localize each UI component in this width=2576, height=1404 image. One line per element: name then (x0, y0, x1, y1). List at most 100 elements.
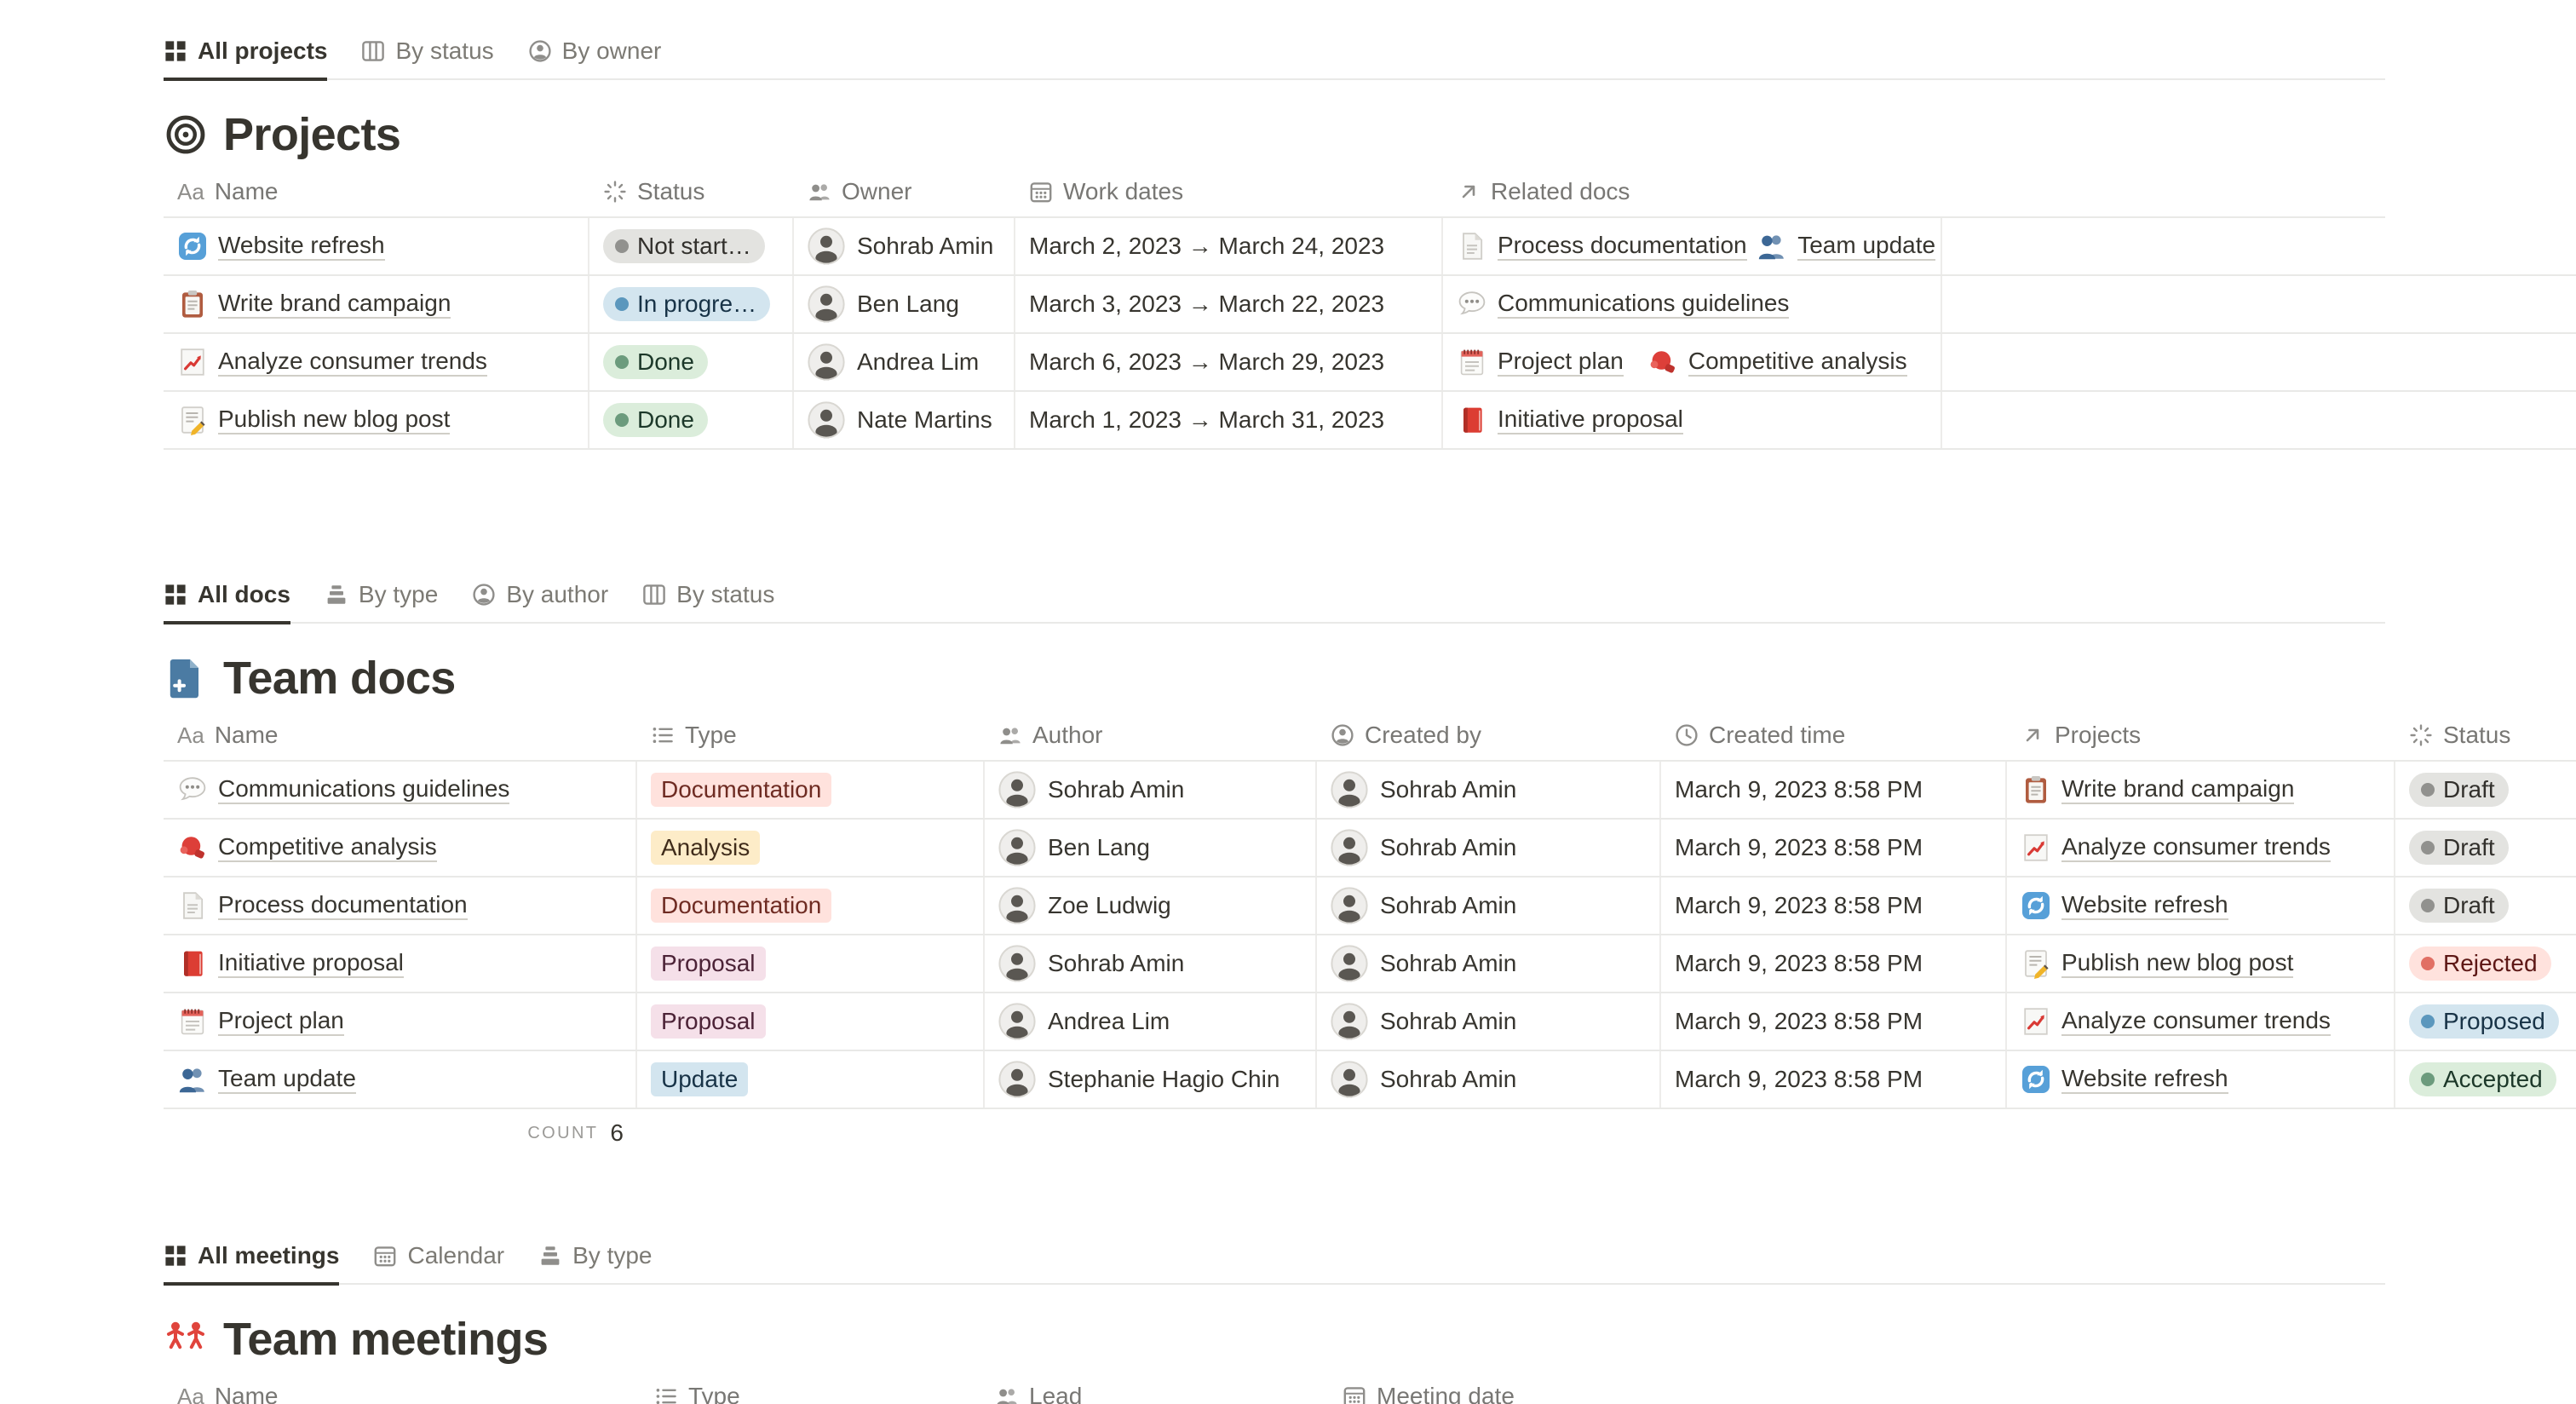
column-header-name[interactable]: AaName (164, 167, 589, 216)
page-link[interactable]: Website refresh (2021, 890, 2228, 921)
type-tag[interactable]: Analysis (651, 831, 760, 865)
page-link[interactable]: Write brand campaign (2021, 774, 2294, 805)
type-cell[interactable]: Update (637, 1051, 985, 1108)
type-cell[interactable]: Documentation (637, 878, 985, 934)
type-tag[interactable]: Update (651, 1062, 748, 1096)
name-cell[interactable]: Write brand campaign (164, 276, 589, 332)
status-pill[interactable]: Done (603, 345, 708, 379)
owner-cell[interactable]: Nate Martins (794, 392, 1015, 448)
name-cell[interactable]: Publish new blog post (164, 392, 589, 448)
status-cell[interactable]: Proposed (2395, 993, 2576, 1050)
tab-calendar[interactable]: Calendar (373, 1229, 504, 1282)
owner-cell[interactable]: Andrea Lim (794, 334, 1015, 390)
status-pill[interactable]: Accepted (2409, 1062, 2556, 1096)
page-link[interactable]: Website refresh (177, 231, 385, 262)
created-time-cell[interactable]: March 9, 2023 8:58 PM (1661, 935, 2007, 992)
page-link[interactable]: Initiative proposal (177, 948, 404, 979)
database-title[interactable]: Team docs (164, 646, 2576, 711)
owner-cell[interactable]: Ben Lang (794, 276, 1015, 332)
column-header-type[interactable]: Type (637, 711, 985, 760)
page-link[interactable]: Analyze consumer trends (2021, 832, 2331, 863)
status-pill[interactable]: Done (603, 403, 708, 437)
tab-all-projects[interactable]: All projects (164, 25, 327, 81)
author-cell[interactable]: Andrea Lim (985, 993, 1317, 1050)
empty-cell[interactable] (1942, 276, 2182, 332)
tab-by-type[interactable]: By type (538, 1229, 652, 1282)
column-header-projects[interactable]: Projects (2007, 711, 2395, 760)
related-docs-cell[interactable]: Initiative proposal (1443, 392, 1942, 448)
page-link[interactable]: Analyze consumer trends (177, 347, 487, 377)
projects-cell[interactable]: Analyze consumer trends (2007, 993, 2395, 1050)
name-cell[interactable]: Competitive analysis (164, 820, 637, 876)
work-dates-cell[interactable]: March 1, 2023 → March 31, 2023 (1015, 392, 1443, 448)
person-cell[interactable]: Sohrab Amin (1331, 1061, 1516, 1098)
projects-cell[interactable]: Website refresh (2007, 878, 2395, 934)
person-cell[interactable]: Andrea Lim (998, 1003, 1170, 1040)
tab-all-docs[interactable]: All docs (164, 568, 290, 624)
type-cell[interactable]: Documentation (637, 762, 985, 818)
page-link[interactable]: Process documentation (1457, 231, 1733, 262)
person-cell[interactable]: Ben Lang (808, 285, 959, 323)
page-link[interactable]: Competitive analysis (1647, 347, 1907, 377)
tab-by-author[interactable]: By author (472, 568, 608, 621)
type-cell[interactable]: Analysis (637, 820, 985, 876)
page-link[interactable]: Publish new blog post (177, 405, 450, 435)
created-time-cell[interactable]: March 9, 2023 8:58 PM (1661, 820, 2007, 876)
person-cell[interactable]: Sohrab Amin (808, 227, 993, 265)
author-cell[interactable]: Sohrab Amin (985, 762, 1317, 818)
status-pill[interactable]: In progre… (603, 287, 770, 321)
column-header-type[interactable]: Type (641, 1372, 981, 1404)
type-cell[interactable]: Proposal (637, 935, 985, 992)
status-pill[interactable]: Not start… (603, 229, 765, 263)
column-header-name[interactable]: AaName (164, 1372, 641, 1404)
page-link[interactable]: Initiative proposal (1457, 405, 1683, 435)
person-cell[interactable]: Sohrab Amin (998, 945, 1184, 982)
status-cell[interactable]: Draft (2395, 820, 2576, 876)
person-cell[interactable]: Sohrab Amin (998, 771, 1184, 808)
column-header-created-time[interactable]: Created time (1661, 711, 2007, 760)
person-cell[interactable]: Sohrab Amin (1331, 1003, 1516, 1040)
status-cell[interactable]: Not start… (589, 218, 794, 274)
empty-cell[interactable] (1942, 218, 2182, 274)
type-tag[interactable]: Documentation (651, 889, 831, 923)
created-by-cell[interactable]: Sohrab Amin (1317, 993, 1661, 1050)
related-docs-cell[interactable]: Project plan Competitive analysis (1443, 334, 1942, 390)
page-link[interactable]: Communications guidelines (1457, 289, 1789, 319)
page-link[interactable]: Publish new blog post (2021, 948, 2293, 979)
created-by-cell[interactable]: Sohrab Amin (1317, 935, 1661, 992)
empty-cell[interactable] (1942, 334, 2182, 390)
name-cell[interactable]: Project plan (164, 993, 637, 1050)
column-header-lead[interactable]: Lead (981, 1372, 1329, 1404)
created-by-cell[interactable]: Sohrab Amin (1317, 820, 1661, 876)
column-header-related-docs[interactable]: Related docs (1443, 167, 1942, 216)
person-cell[interactable]: Sohrab Amin (1331, 887, 1516, 924)
created-by-cell[interactable]: Sohrab Amin (1317, 878, 1661, 934)
created-by-cell[interactable]: Sohrab Amin (1317, 762, 1661, 818)
column-header-status[interactable]: Status (589, 167, 794, 216)
author-cell[interactable]: Sohrab Amin (985, 935, 1317, 992)
related-docs-cell[interactable]: Process documentationTeam update (1443, 218, 1942, 274)
tab-by-status[interactable]: By status (361, 25, 493, 78)
column-header-meeting-date[interactable]: Meeting date (1329, 1372, 1738, 1404)
status-cell[interactable]: Done (589, 334, 794, 390)
status-cell[interactable]: Done (589, 392, 794, 448)
column-header-owner[interactable]: Owner (794, 167, 1015, 216)
column-header-work-dates[interactable]: Work dates (1015, 167, 1443, 216)
type-cell[interactable]: Proposal (637, 993, 985, 1050)
status-pill[interactable]: Draft (2409, 889, 2509, 923)
column-header-author[interactable]: Author (985, 711, 1317, 760)
name-cell[interactable]: Team update (164, 1051, 637, 1108)
author-cell[interactable]: Ben Lang (985, 820, 1317, 876)
person-cell[interactable]: Nate Martins (808, 401, 992, 439)
page-link[interactable]: Website refresh (2021, 1064, 2228, 1095)
page-link[interactable]: Process documentation (177, 890, 468, 921)
page-link[interactable]: Project plan (1457, 347, 1624, 377)
status-cell[interactable]: Draft (2395, 878, 2576, 934)
author-cell[interactable]: Stephanie Hagio Chin (985, 1051, 1317, 1108)
tab-by-type[interactable]: By type (325, 568, 438, 621)
projects-cell[interactable]: Analyze consumer trends (2007, 820, 2395, 876)
status-pill[interactable]: Draft (2409, 831, 2509, 865)
person-cell[interactable]: Sohrab Amin (1331, 771, 1516, 808)
tab-by-status[interactable]: By status (642, 568, 774, 621)
related-docs-cell[interactable]: Communications guidelines (1443, 276, 1942, 332)
